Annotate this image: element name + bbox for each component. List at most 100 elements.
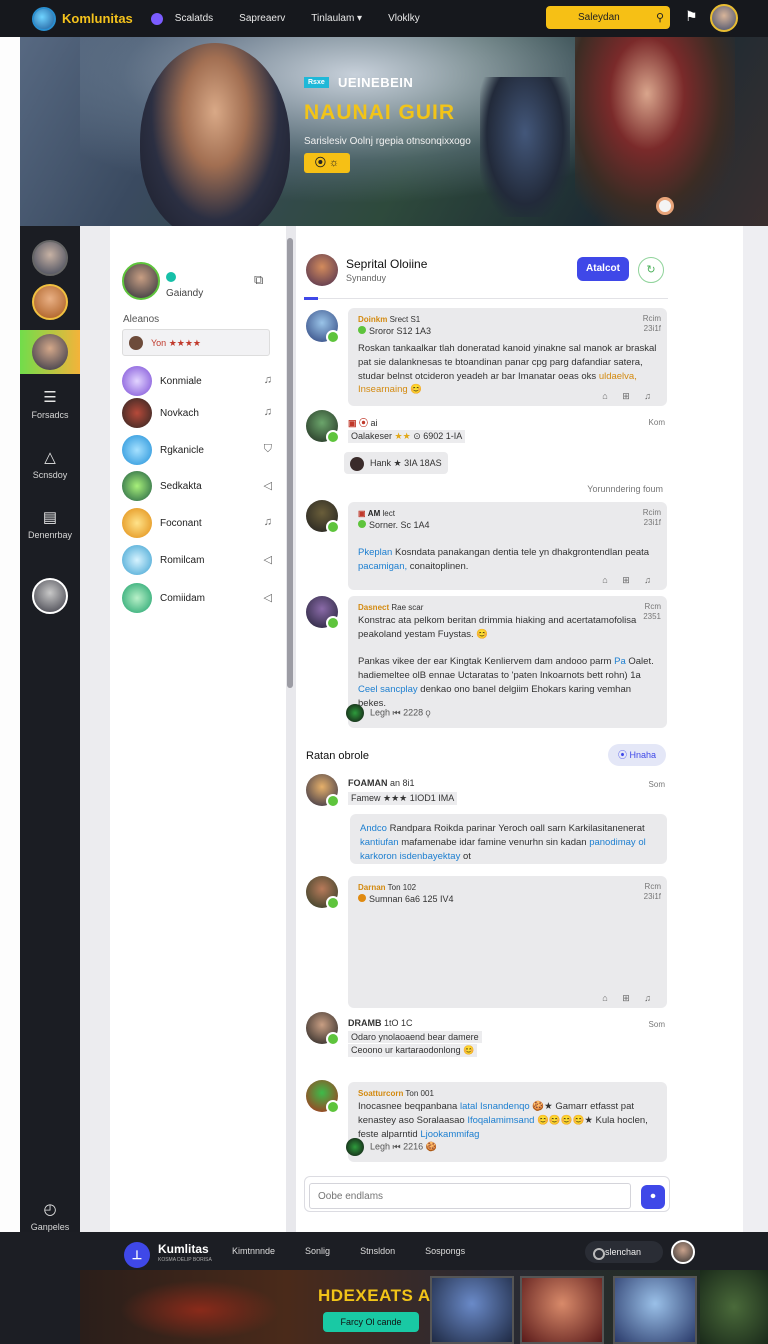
promo-art [700, 1270, 768, 1344]
section-button[interactable]: ⦿ Hnaha [608, 744, 666, 766]
list-item[interactable]: Foconant ♫ [122, 508, 272, 540]
attachment-pill[interactable]: Hank ★ 3IA 18AS [344, 452, 448, 474]
footer-text[interactable]: Legh ⏮ 2228 ⚲ [370, 707, 430, 717]
footer-text[interactable]: Legh ⏮ 2216 🍪 [370, 1141, 437, 1151]
highlight-text[interactable]: Pa [614, 656, 626, 667]
footer-link[interactable]: Stnsldon [360, 1246, 395, 1256]
highlight-text[interactable]: Pkeplan [358, 547, 392, 558]
message-avatar[interactable] [306, 1012, 340, 1046]
footer-avatar[interactable] [671, 1240, 695, 1264]
message-time: Rcim 23i1f [642, 508, 661, 527]
footer-brand[interactable]: Kumlitas [158, 1242, 209, 1256]
footer-link[interactable]: Kimtnnnde [232, 1246, 275, 1256]
edit-profile-icon[interactable]: ⧉ [254, 272, 263, 288]
author-name[interactable]: Soatturcorn [358, 1089, 403, 1098]
message-avatar[interactable] [306, 410, 340, 444]
rail-avatar[interactable] [32, 578, 68, 614]
message-body: Inocasnee beqpanbana latal Isnandenqo 🍪★… [358, 1100, 657, 1141]
highlight-text[interactable]: panodimay ol [589, 837, 646, 848]
music-icon[interactable]: ♫ [264, 374, 272, 386]
message-avatar[interactable] [306, 500, 340, 534]
rating-stars: ★★ [394, 431, 411, 441]
author-name[interactable]: Dasnect [358, 603, 389, 612]
nav-dot-icon[interactable] [150, 12, 163, 25]
logo-badge-icon[interactable] [32, 6, 56, 31]
highlight-text[interactable]: Andco [360, 823, 387, 834]
rail-avatar[interactable] [32, 284, 68, 320]
list-item[interactable]: Romilcam ◁ [122, 545, 272, 577]
list-item[interactable]: Novkach ♫ [122, 398, 272, 430]
status-dot-icon [358, 326, 366, 334]
highlight-text[interactable]: uldaelva, [599, 371, 637, 382]
rail-item[interactable]: ☰ Forsadcs [20, 388, 80, 420]
list-item[interactable]: Comiidam ◁ [122, 583, 272, 615]
rail-avatar[interactable] [32, 240, 68, 276]
contact-name: Sedkakta [160, 481, 202, 492]
shield-icon[interactable]: ⛉ [264, 443, 272, 456]
back-icon[interactable]: ◁ [264, 479, 272, 492]
nav-link[interactable]: Tinlaulam ▾ [311, 13, 362, 24]
author-name[interactable]: AM [368, 509, 380, 518]
rail-item[interactable]: ▤ Denenrbay [20, 508, 80, 540]
scrollbar[interactable] [287, 238, 293, 688]
nav-link[interactable]: Scalatds [175, 13, 213, 24]
rail-item[interactable]: ◴ Ganpeles [20, 1200, 80, 1232]
message-header: Doinkm Srect S1 [358, 314, 420, 326]
message-actions[interactable]: ⌂ ⊞ ♫ [602, 390, 657, 403]
highlight-text[interactable]: Ifoqalamimsand [467, 1115, 534, 1126]
highlight-text[interactable]: latal Isnandenqo [460, 1101, 530, 1112]
nav-link[interactable]: Sapreaerv [239, 13, 285, 24]
highlight-text[interactable]: Insearnaing [358, 384, 410, 395]
notification-icon[interactable]: ⚑ [685, 8, 698, 25]
music-icon[interactable]: ♫ [264, 516, 272, 528]
footer-link[interactable]: Sospongs [425, 1246, 465, 1256]
message-actions[interactable]: ⌂ ⊞ ♫ [602, 574, 657, 587]
highlight-text[interactable]: kantiufan [360, 837, 399, 848]
author-name[interactable]: DRAMB [348, 1018, 382, 1028]
author-name[interactable]: FOAMAN [348, 778, 388, 788]
message-avatar[interactable] [306, 774, 340, 808]
rail-item[interactable]: △ Scnsdoy [20, 448, 80, 480]
message-avatar[interactable] [306, 876, 340, 910]
highlight-text[interactable]: Ceel sancplay [358, 684, 418, 695]
back-icon[interactable]: ◁ [264, 553, 272, 566]
message-header: Darnan Ton 102 [358, 882, 416, 894]
author-name[interactable]: Oalakeser [351, 431, 392, 441]
active-item-label: Yon ★★★★ [151, 338, 201, 348]
promo-button[interactable]: Farcy Ol cande [323, 1312, 419, 1332]
my-avatar[interactable] [122, 262, 160, 300]
back-icon[interactable]: ◁ [264, 591, 272, 604]
message-avatar[interactable] [306, 1080, 340, 1114]
hero-button[interactable]: ⦿ ☼ [304, 153, 350, 173]
nav-link[interactable]: Vloklky [388, 13, 420, 24]
message-avatar[interactable] [306, 310, 340, 344]
search-icon[interactable]: ⚲ [656, 11, 664, 24]
author-name[interactable]: Doinkm [358, 315, 387, 324]
active-conversation-item[interactable]: Yon ★★★★ [122, 329, 270, 356]
brand-name[interactable]: Komlunitas [62, 11, 133, 26]
message-actions[interactable]: ⌂ ⊞ ♫ [602, 992, 657, 1005]
refresh-icon[interactable]: ↻ [638, 257, 664, 283]
send-button[interactable]: ⏺ [641, 1185, 665, 1209]
user-avatar[interactable] [710, 4, 738, 32]
footer-link[interactable]: Sonlig [305, 1246, 330, 1256]
highlight-text[interactable]: pacamigan, [358, 561, 407, 572]
message-avatar[interactable] [306, 596, 340, 630]
list-item[interactable]: Sedkakta ◁ [122, 471, 272, 503]
message-input[interactable] [309, 1183, 631, 1209]
footer-logo-icon[interactable]: ⊥ [124, 1242, 150, 1268]
search-input[interactable]: Saleydan ⚲ [546, 6, 670, 29]
promo-card[interactable] [520, 1276, 604, 1344]
hero-badge-icon[interactable] [656, 197, 674, 215]
list-item[interactable]: Rgkanicle ⛉ [122, 435, 272, 467]
promo-card[interactable] [613, 1276, 697, 1344]
channel-action-button[interactable]: Atalcot [577, 257, 629, 281]
rail-avatar-active[interactable] [32, 334, 68, 370]
list-item[interactable]: Konmiale ♫ [122, 366, 272, 398]
promo-card[interactable] [430, 1276, 514, 1344]
channel-avatar[interactable] [306, 254, 338, 286]
footer-pill-button[interactable]: slenchan [585, 1241, 663, 1263]
author-name[interactable]: Darnan [358, 883, 386, 892]
highlight-text[interactable]: karkoron isdenbayektay [360, 851, 460, 862]
music-icon[interactable]: ♫ [264, 406, 272, 418]
